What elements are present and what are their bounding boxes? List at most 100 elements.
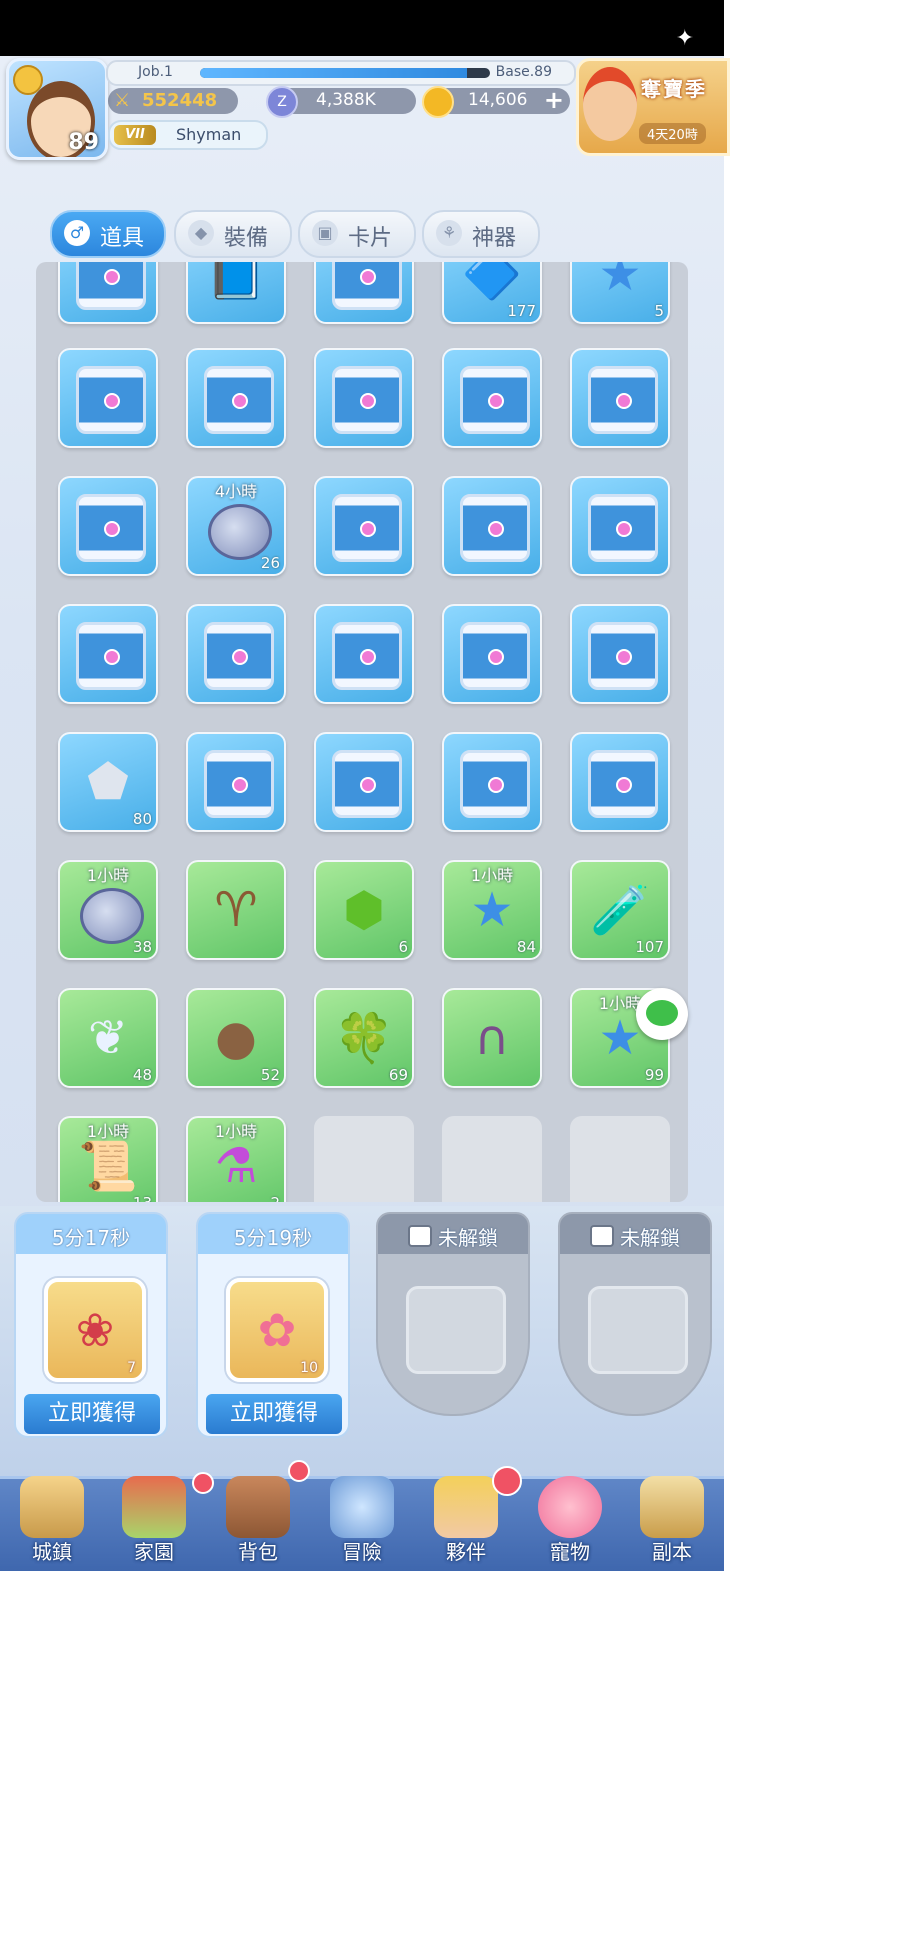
treasure-chest-icon bbox=[332, 622, 402, 690]
inventory-slot[interactable]: ● 52 bbox=[186, 988, 286, 1088]
clover-icon: 🍀 bbox=[334, 1010, 394, 1067]
treasure-chest-icon bbox=[332, 750, 402, 818]
inventory-slot[interactable] bbox=[570, 348, 670, 448]
season-event-banner[interactable]: 奪寶季 4天20時 bbox=[576, 58, 730, 156]
padlock-icon bbox=[590, 1225, 614, 1247]
inventory-slot[interactable]: ⚗1小時 2 bbox=[186, 1116, 286, 1202]
nav-backpack[interactable]: 背包 bbox=[210, 1460, 310, 1568]
claim-now-button-2[interactable]: 立即獲得 bbox=[204, 1392, 344, 1436]
treasure-chest-icon bbox=[460, 750, 530, 818]
star-icon: ★ bbox=[470, 882, 514, 938]
feather-icon: ❦ bbox=[87, 1010, 129, 1066]
vip-badge: VII bbox=[114, 125, 156, 145]
nav-home[interactable]: 家園 bbox=[106, 1470, 214, 1568]
item-timer: 1小時 bbox=[86, 1122, 130, 1141]
item-count: 13 bbox=[133, 1194, 152, 1202]
inventory-slot[interactable]: ★ 1小時 84 bbox=[442, 860, 542, 960]
inventory-slot[interactable]: ♈ bbox=[186, 860, 286, 960]
inventory-slot[interactable]: 📜1小時 13 bbox=[58, 1116, 158, 1202]
tab-label: 神器 bbox=[472, 226, 517, 251]
treasure-chest-icon bbox=[76, 262, 146, 310]
vip-nameplate[interactable]: VII Shyman bbox=[108, 120, 268, 150]
season-hero-icon bbox=[583, 67, 637, 141]
tab-items[interactable]: ♂ 道具 bbox=[50, 210, 166, 258]
inventory-slot[interactable]: 📘 bbox=[186, 262, 286, 324]
green-gem-icon: ⬢ bbox=[343, 882, 385, 938]
tab-cards[interactable]: ▣ 卡片 bbox=[298, 210, 416, 258]
nav-pets[interactable]: 寵物 bbox=[522, 1470, 618, 1568]
inventory-slot[interactable] bbox=[186, 732, 286, 832]
tab-artifacts[interactable]: ⚘ 神器 bbox=[422, 210, 540, 258]
item-timer: 1小時 bbox=[214, 1122, 258, 1141]
inventory-slot[interactable] bbox=[570, 604, 670, 704]
item-icon: ♂ bbox=[64, 220, 90, 246]
treasure-chest-icon bbox=[76, 494, 146, 562]
nav-label: 副本 bbox=[652, 1540, 692, 1564]
locked-chest-icon bbox=[588, 1286, 688, 1374]
gold-value: 14,606 bbox=[468, 90, 528, 110]
nav-label: 城鎮 bbox=[32, 1540, 72, 1564]
locked-reward-card-1[interactable]: 未解鎖 bbox=[376, 1212, 530, 1416]
treasure-chest-icon bbox=[204, 366, 274, 434]
inventory-slot[interactable]: ❦ 48 bbox=[58, 988, 158, 1088]
empty-slot[interactable] bbox=[442, 1116, 542, 1202]
chat-button[interactable] bbox=[636, 988, 688, 1040]
inventory-slot[interactable]: ⬢ 6 bbox=[314, 860, 414, 960]
tab-label: 裝備 bbox=[224, 226, 269, 251]
inventory-slot[interactable] bbox=[442, 604, 542, 704]
inventory-slot[interactable]: ∩ bbox=[442, 988, 542, 1088]
item-timer: 1小時 bbox=[470, 866, 514, 885]
inventory-slot[interactable] bbox=[442, 732, 542, 832]
inventory-slot[interactable] bbox=[314, 262, 414, 324]
nav-label: 家園 bbox=[134, 1540, 174, 1564]
player-avatar[interactable]: 89 bbox=[6, 58, 108, 160]
inventory-slot[interactable]: 1小時 38 bbox=[58, 860, 158, 960]
empty-slot[interactable] bbox=[570, 1116, 670, 1202]
inventory-slot[interactable] bbox=[442, 348, 542, 448]
house-icon bbox=[122, 1476, 186, 1538]
item-count: 26 bbox=[260, 554, 280, 572]
inventory-slot[interactable]: 4小時 26 bbox=[186, 476, 286, 576]
inventory-slot[interactable] bbox=[58, 262, 158, 324]
item-count: 48 bbox=[132, 1066, 152, 1084]
season-countdown: 4天20時 bbox=[639, 123, 706, 144]
nav-dungeon[interactable]: 副本 bbox=[624, 1470, 720, 1568]
nav-adventure[interactable]: 冒險 bbox=[314, 1470, 410, 1568]
inventory-slot[interactable]: 🍀 69 bbox=[314, 988, 414, 1088]
locked-reward-card-2[interactable]: 未解鎖 bbox=[558, 1212, 712, 1416]
reward-countdown: 5分17秒 bbox=[51, 1226, 131, 1250]
pink-flower-icon: ✿ bbox=[257, 1303, 297, 1357]
treasure-chest-icon bbox=[588, 494, 658, 562]
inventory-slot[interactable] bbox=[58, 348, 158, 448]
gold-coin-icon bbox=[422, 86, 454, 118]
inventory-slot[interactable] bbox=[314, 476, 414, 576]
inventory-slot[interactable] bbox=[314, 732, 414, 832]
inventory-slot[interactable] bbox=[442, 476, 542, 576]
inventory-slot[interactable]: 🧪 107 bbox=[570, 860, 670, 960]
nav-town[interactable]: 城鎮 bbox=[4, 1470, 100, 1568]
nav-label: 寵物 bbox=[550, 1540, 590, 1564]
inventory-slot[interactable] bbox=[570, 476, 670, 576]
sparkle-icon: ✦ bbox=[675, 26, 694, 51]
inventory-slot[interactable] bbox=[314, 348, 414, 448]
claim-now-button-1[interactable]: 立即獲得 bbox=[22, 1392, 162, 1436]
inventory-slot[interactable]: 🔷 177 bbox=[442, 262, 542, 324]
coin-stack-icon bbox=[208, 504, 272, 560]
add-gold-button[interactable]: + bbox=[544, 86, 564, 114]
inventory-slot[interactable] bbox=[58, 476, 158, 576]
inventory-slot[interactable] bbox=[314, 604, 414, 704]
empty-slot[interactable] bbox=[314, 1116, 414, 1202]
inventory-slot[interactable]: ⬟ 80 bbox=[58, 732, 158, 832]
tab-equipment[interactable]: ◆ 裝備 bbox=[174, 210, 292, 258]
inventory-slot[interactable] bbox=[186, 348, 286, 448]
book-icon: 📘 bbox=[206, 262, 266, 303]
inventory-slot[interactable] bbox=[570, 732, 670, 832]
item-count: 84 bbox=[516, 938, 536, 956]
inventory-slot[interactable] bbox=[186, 604, 286, 704]
inventory-slot[interactable] bbox=[58, 604, 158, 704]
inventory-slot[interactable]: ★ 5 bbox=[570, 262, 670, 324]
inventory-grid[interactable]: 📘 🔷 177 ★ 5 4小時 26 ⬟ 80 1小時 38 ♈ ⬢ 6 ★ 1小時 84 🧪 1… bbox=[36, 262, 688, 1202]
item-count: 107 bbox=[635, 938, 664, 956]
nav-partners[interactable]: 夥伴 bbox=[418, 1466, 522, 1568]
treasure-chest-icon bbox=[76, 622, 146, 690]
